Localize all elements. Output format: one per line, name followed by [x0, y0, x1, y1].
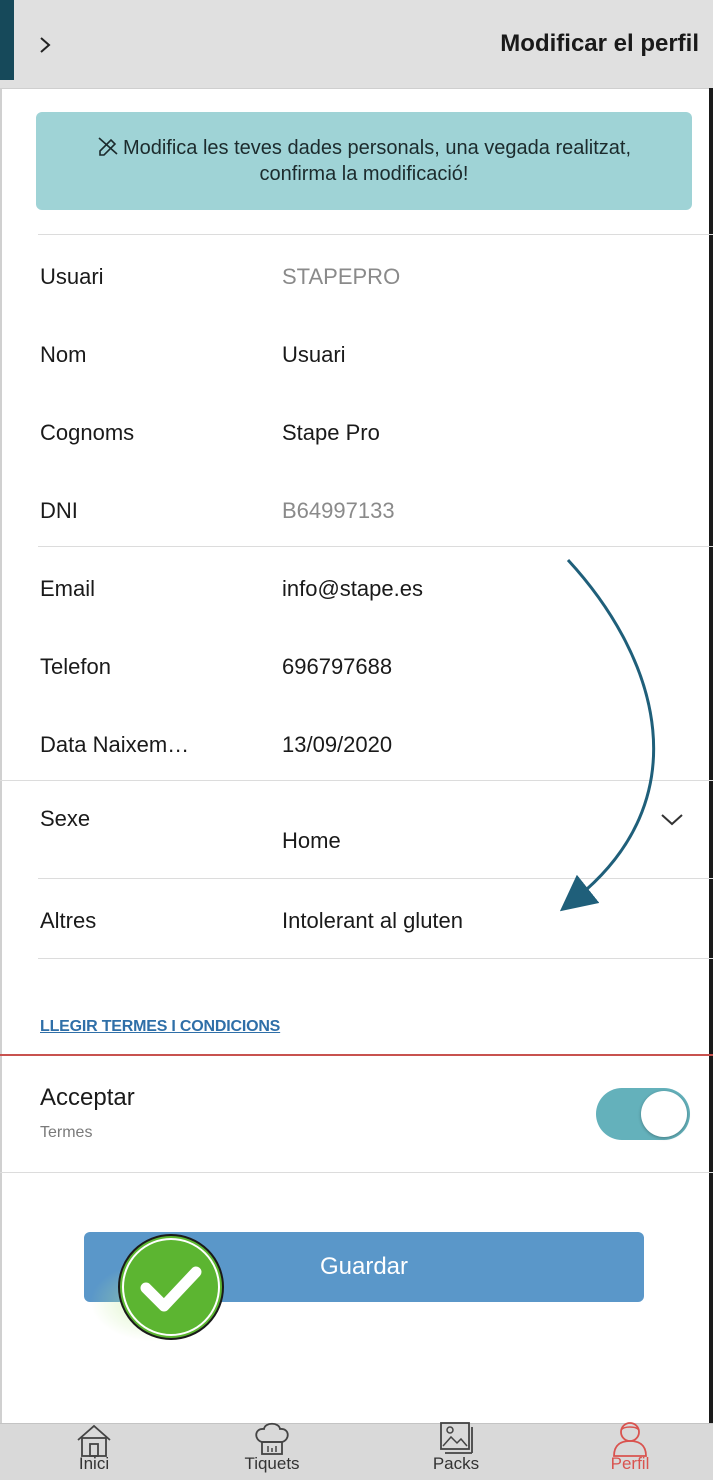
tab-label: Perfil	[610, 1454, 650, 1473]
user-icon	[613, 1422, 647, 1457]
home-icon	[77, 1424, 111, 1457]
gallery-icon	[440, 1422, 473, 1454]
chef-hat-icon	[255, 1422, 289, 1455]
checkmark-icon	[118, 1234, 224, 1340]
tab-label: Packs	[432, 1454, 480, 1473]
terms-link[interactable]: LLEGIR TERMES I CONDICIONS	[40, 1018, 280, 1036]
divider	[0, 1172, 713, 1173]
bottom-tab-bar: Inici Tiquets Packs Perfil	[0, 1422, 713, 1480]
tab-label: Tiquets	[244, 1454, 300, 1473]
tab-tiquets[interactable]: Tiquets	[202, 1422, 342, 1480]
tab-label: Inici	[78, 1454, 110, 1473]
tab-inici[interactable]: Inici	[24, 1424, 164, 1480]
toggle-knob	[641, 1091, 687, 1137]
accept-label: Acceptar	[40, 1084, 135, 1111]
tab-perfil[interactable]: Perfil	[560, 1422, 700, 1480]
accept-terms-toggle[interactable]	[596, 1088, 690, 1140]
section-divider	[0, 1054, 713, 1056]
tab-packs[interactable]: Packs	[386, 1422, 526, 1480]
accept-sublabel: Termes	[40, 1124, 93, 1141]
corner-accent	[0, 0, 14, 80]
